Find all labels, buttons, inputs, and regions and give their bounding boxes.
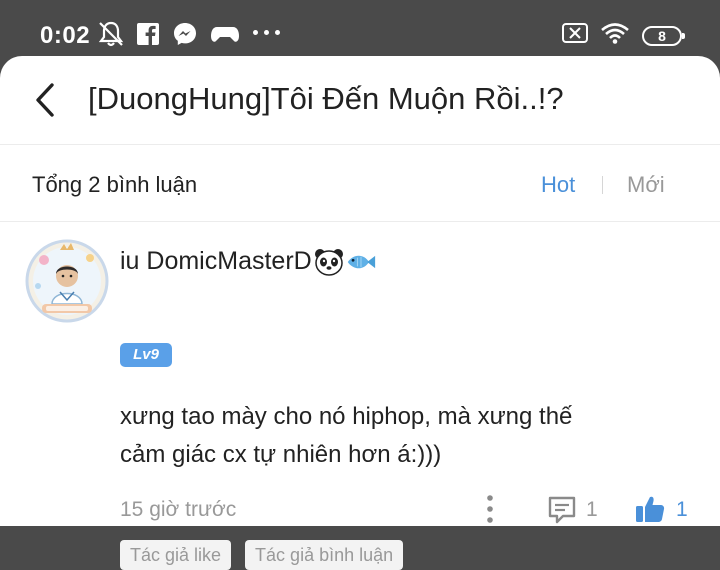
comment-text: xưng tao mày cho nó hiphop, mà xưng thế … bbox=[120, 398, 680, 474]
comments-sheet: [DuongHung]Tôi Đến Muộn Rồi..!? Tổng 2 b… bbox=[0, 56, 720, 570]
more-dots-icon bbox=[253, 30, 280, 35]
comment-text-line: cảm giác cx tự nhiên hơn á:))) bbox=[120, 441, 442, 468]
comment-count: Tổng 2 bình luận bbox=[32, 172, 198, 197]
status-time: 0:02 bbox=[40, 22, 91, 49]
sort-new-tab[interactable]: Mới bbox=[627, 172, 665, 198]
tag-author-like: Tác giả like bbox=[120, 540, 232, 570]
comment-time: 15 giờ trước bbox=[120, 498, 237, 521]
status-icons-right: 8 bbox=[562, 22, 685, 49]
comments-count-bar: Tổng 2 bình luận Hot Mới bbox=[0, 145, 720, 222]
comment-item: iu DomicMasterD Lv9 xưng tao mày cho nó … bbox=[0, 222, 720, 570]
facebook-icon bbox=[136, 22, 160, 46]
fish-icon bbox=[347, 255, 375, 268]
messenger-icon bbox=[172, 21, 198, 47]
reply-count: 1 bbox=[586, 498, 598, 521]
sim-off-icon bbox=[562, 23, 588, 48]
wifi-icon bbox=[600, 22, 630, 49]
sort-hot-tab[interactable]: Hot bbox=[541, 172, 575, 198]
gamepad-icon bbox=[210, 22, 240, 46]
comment-tags: Tác giả like Tác giả bình luận bbox=[120, 540, 404, 570]
panda-icon bbox=[314, 248, 343, 276]
page-title: [DuongHung]Tôi Đến Muộn Rồi..!? bbox=[88, 81, 564, 116]
mute-bell-icon bbox=[98, 20, 124, 48]
tag-author-comment: Tác giả bình luận bbox=[245, 540, 404, 570]
reply-icon[interactable] bbox=[546, 494, 578, 526]
status-icons-left bbox=[98, 20, 240, 48]
username-text: iu DomicMasterD bbox=[120, 247, 312, 275]
chevron-left-icon[interactable] bbox=[30, 82, 60, 118]
avatar[interactable] bbox=[24, 238, 110, 324]
comment-text-line: xưng tao mày cho nó hiphop, mà xưng thế bbox=[120, 403, 573, 430]
level-badge: Lv9 bbox=[120, 343, 172, 367]
like-count: 1 bbox=[676, 498, 688, 521]
thumbs-up-icon[interactable] bbox=[634, 493, 666, 525]
header: [DuongHung]Tôi Đến Muộn Rồi..!? bbox=[0, 56, 720, 145]
more-vertical-icon[interactable] bbox=[484, 493, 496, 525]
battery-icon: 8 bbox=[642, 25, 685, 46]
comment-username[interactable]: iu DomicMasterD bbox=[120, 247, 376, 276]
sort-divider bbox=[602, 176, 603, 194]
